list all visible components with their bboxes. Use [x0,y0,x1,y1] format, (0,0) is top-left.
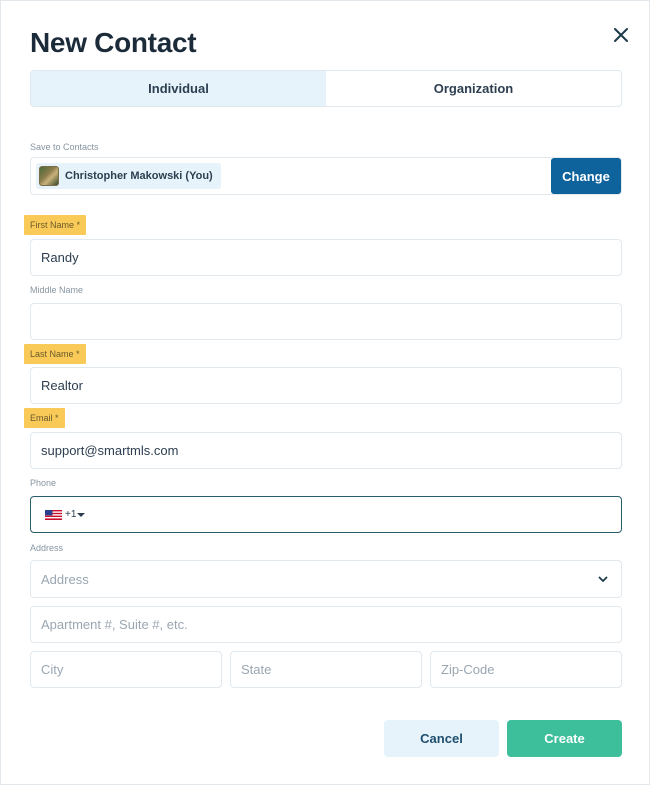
address-placeholder: Address [41,571,89,587]
email-label: Email * [24,408,65,428]
city-input[interactable]: City [30,651,222,688]
zip-code-input[interactable]: Zip-Code [430,651,622,688]
address-select[interactable]: Address [30,560,622,598]
first-name-label: First Name * [24,215,87,235]
apartment-input[interactable]: Apartment #, Suite #, etc. [30,606,622,643]
email-input[interactable]: support@smartmls.com [30,432,622,469]
country-code: +1 [65,509,77,520]
first-name-label-text: First Name [30,220,75,230]
phone-label: Phone [30,478,57,488]
change-button[interactable]: Change [551,158,621,194]
state-input[interactable]: State [230,651,422,688]
close-icon [614,28,628,42]
city-state-zip-row: City State Zip-Code [30,651,622,688]
phone-input[interactable]: +1 [30,496,622,533]
tab-individual[interactable]: Individual [31,71,326,106]
required-mark: * [76,349,80,359]
create-button[interactable]: Create [507,720,622,757]
us-flag-icon [45,509,62,520]
save-to-contacts-field: Christopher Makowski (You) [30,157,622,195]
cancel-button[interactable]: Cancel [384,720,499,757]
country-code-select[interactable]: +1 [45,509,86,520]
required-mark: * [55,413,59,423]
last-name-label: Last Name * [24,344,86,364]
email-label-text: Email [30,413,53,423]
tab-organization[interactable]: Organization [326,71,621,106]
contact-type-toggle: Individual Organization [30,70,622,107]
address-label: Address [30,543,64,553]
last-name-label-text: Last Name [30,349,74,359]
save-to-contacts-label: Save to Contacts [30,142,99,152]
avatar [39,166,59,186]
close-button[interactable] [609,23,633,47]
middle-name-input[interactable] [30,303,622,340]
last-name-input[interactable]: Realtor [30,367,622,404]
caret-down-icon [77,512,86,517]
required-mark: * [76,220,81,230]
first-name-input[interactable]: Randy [30,239,622,276]
dialog-title: New Contact [30,27,197,58]
owner-name: Christopher Makowski (You) [65,170,213,182]
owner-chip: Christopher Makowski (You) [36,163,221,189]
middle-name-label: Middle Name [30,285,84,295]
new-contact-dialog: New Contact Individual Organization Save… [0,0,650,785]
chevron-down-icon [598,576,608,582]
